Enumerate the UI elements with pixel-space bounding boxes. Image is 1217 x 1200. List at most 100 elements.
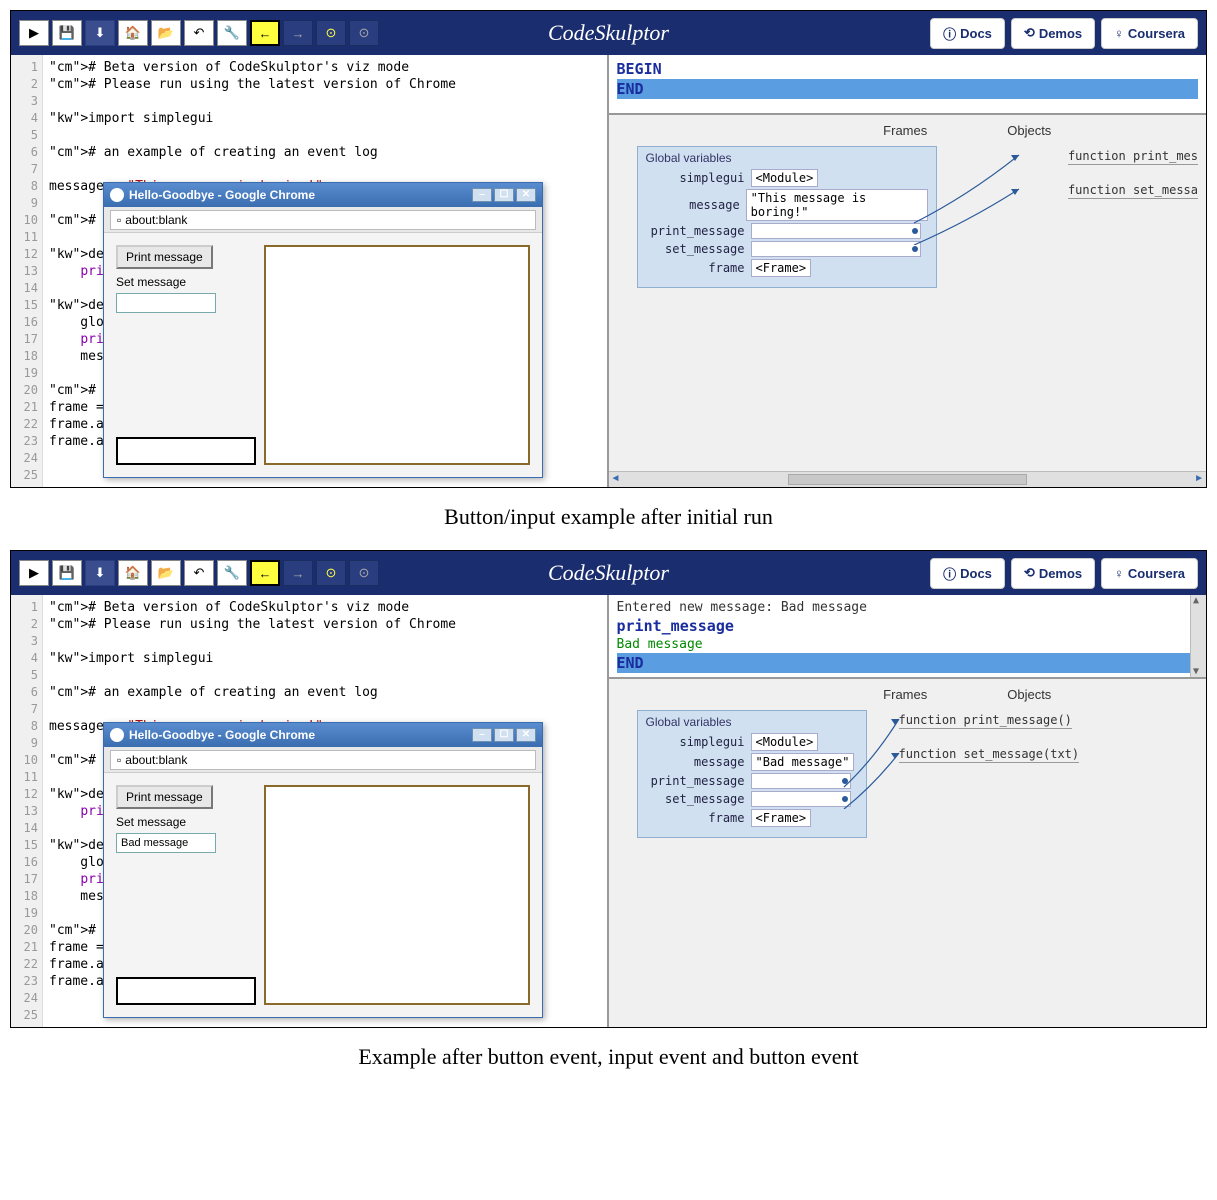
gutter: 1234567891011121314151617181920212223242… (11, 55, 43, 487)
url-bar: ▫about:blank (104, 747, 542, 773)
toolbar-right: ⓘDocs ⟲Demos ♀Coursera (930, 18, 1198, 49)
step-back-button[interactable]: ← (250, 560, 280, 586)
status-box (116, 977, 256, 1005)
download-button[interactable]: ⬇ (85, 20, 115, 46)
object-function: function set_message(txt) (899, 747, 1080, 763)
var-value (751, 241, 921, 257)
page-icon: ▫ (117, 753, 121, 767)
window-titlebar[interactable]: Hello-Goodbye - Google Chrome – ☐ ✕ (104, 183, 542, 207)
toolbar: ▶ 💾 ⬇ 🏠 📂 ↶ 🔧 ← → ⊙ ⊙ CodeSkulptor ⓘDocs… (11, 551, 1206, 595)
window-titlebar[interactable]: Hello-Goodbye - Google Chrome – ☐ ✕ (104, 723, 542, 747)
var-name: frame (646, 261, 751, 275)
fresh-button[interactable]: 🏠 (118, 560, 148, 586)
last-button[interactable]: ⊙ (349, 20, 379, 46)
print-message-button[interactable]: Print message (116, 785, 213, 809)
page-icon: ▫ (117, 213, 121, 227)
coursera-link[interactable]: ♀Coursera (1101, 18, 1198, 49)
app-instance-1: ▶ 💾 ⬇ 🏠 📂 ↶ 🔧 ← → ⊙ ⊙ CodeSkulptor ⓘDocs… (10, 10, 1207, 488)
simplegui-window[interactable]: Hello-Goodbye - Google Chrome – ☐ ✕ ▫abo… (103, 722, 543, 1018)
step-back-button[interactable]: ← (250, 20, 280, 46)
var-name: message (646, 198, 746, 212)
var-name: print_message (646, 224, 751, 238)
wrench-button[interactable]: 🔧 (217, 560, 247, 586)
toolbar-left: ▶ 💾 ⬇ 🏠 📂 ↶ 🔧 ← → ⊙ ⊙ (19, 560, 379, 586)
wrench-button[interactable]: 🔧 (217, 20, 247, 46)
first-button[interactable]: ⊙ (316, 20, 346, 46)
run-button[interactable]: ▶ (19, 20, 49, 46)
var-value (751, 791, 851, 807)
chrome-icon (110, 728, 124, 742)
objects-header: Objects (1007, 687, 1051, 702)
workspace: 1234567891011121314151617181920212223242… (11, 55, 1206, 487)
var-name: message (646, 755, 751, 769)
close-button[interactable]: ✕ (516, 188, 536, 202)
simplegui-window[interactable]: Hello-Goodbye - Google Chrome – ☐ ✕ ▫abo… (103, 182, 543, 478)
globals-frame: Global variables simplegui<Module> messa… (637, 146, 937, 288)
undo-button[interactable]: ↶ (184, 560, 214, 586)
object-function: function set_messa (1068, 183, 1198, 199)
demos-icon: ⟲ (1024, 565, 1035, 581)
docs-link[interactable]: ⓘDocs (930, 18, 1005, 49)
controls-column: Print message Set message (116, 785, 246, 1005)
horizontal-scrollbar[interactable] (609, 471, 1207, 487)
canvas (264, 245, 530, 465)
canvas (264, 785, 530, 1005)
maximize-button[interactable]: ☐ (494, 188, 514, 202)
var-value (751, 773, 851, 789)
window-body: Print message Set message (104, 773, 542, 1017)
frames-header: Frames (883, 123, 927, 138)
set-message-input[interactable] (116, 293, 216, 313)
demos-icon: ⟲ (1024, 25, 1035, 41)
minimize-button[interactable]: – (472, 728, 492, 742)
demos-link[interactable]: ⟲Demos (1011, 18, 1095, 49)
window-body: Print message Set message (104, 233, 542, 477)
code-editor[interactable]: 1234567891011121314151617181920212223242… (11, 55, 609, 487)
minimize-button[interactable]: – (472, 188, 492, 202)
close-button[interactable]: ✕ (516, 728, 536, 742)
var-value: "This message is boring!" (746, 189, 928, 221)
console: Entered new message: Bad message print_m… (609, 595, 1207, 679)
url-input[interactable]: ▫about:blank (110, 750, 536, 770)
download-button[interactable]: ⬇ (85, 560, 115, 586)
var-name: set_message (646, 792, 751, 806)
last-button[interactable]: ⊙ (349, 560, 379, 586)
var-name: frame (646, 811, 751, 825)
open-button[interactable]: 📂 (151, 560, 181, 586)
set-message-input[interactable] (116, 833, 216, 853)
undo-button[interactable]: ↶ (184, 20, 214, 46)
console-call: print_message (617, 616, 1199, 636)
console-line: Entered new message: Bad message (617, 599, 1199, 616)
console-scrollbar[interactable] (1190, 595, 1206, 677)
logo: CodeSkulptor (548, 560, 669, 586)
print-message-button[interactable]: Print message (116, 245, 213, 269)
console-end: END (617, 79, 1199, 99)
set-message-label: Set message (116, 275, 246, 289)
frames-header: Frames (883, 687, 927, 702)
viz-pane: Entered new message: Bad message print_m… (609, 595, 1207, 1027)
save-button[interactable]: 💾 (52, 20, 82, 46)
var-name: simplegui (646, 735, 751, 749)
var-value (751, 223, 921, 239)
window-title: Hello-Goodbye - Google Chrome (129, 188, 315, 202)
var-value: <Frame> (751, 809, 812, 827)
save-button[interactable]: 💾 (52, 560, 82, 586)
demos-link[interactable]: ⟲Demos (1011, 558, 1095, 589)
url-input[interactable]: ▫about:blank (110, 210, 536, 230)
var-name: set_message (646, 242, 751, 256)
info-icon: ⓘ (943, 564, 956, 583)
code-editor[interactable]: 1234567891011121314151617181920212223242… (11, 595, 609, 1027)
fresh-button[interactable]: 🏠 (118, 20, 148, 46)
status-box (116, 437, 256, 465)
viz-pane: BEGIN END Frames Objects Global variable… (609, 55, 1207, 487)
step-fwd-button[interactable]: → (283, 560, 313, 586)
docs-link[interactable]: ⓘDocs (930, 558, 1005, 589)
coursera-link[interactable]: ♀Coursera (1101, 558, 1198, 589)
var-name: simplegui (646, 171, 751, 185)
first-button[interactable]: ⊙ (316, 560, 346, 586)
open-button[interactable]: 📂 (151, 20, 181, 46)
toolbar-left: ▶ 💾 ⬇ 🏠 📂 ↶ 🔧 ← → ⊙ ⊙ (19, 20, 379, 46)
step-fwd-button[interactable]: → (283, 20, 313, 46)
chrome-icon (110, 188, 124, 202)
run-button[interactable]: ▶ (19, 560, 49, 586)
maximize-button[interactable]: ☐ (494, 728, 514, 742)
